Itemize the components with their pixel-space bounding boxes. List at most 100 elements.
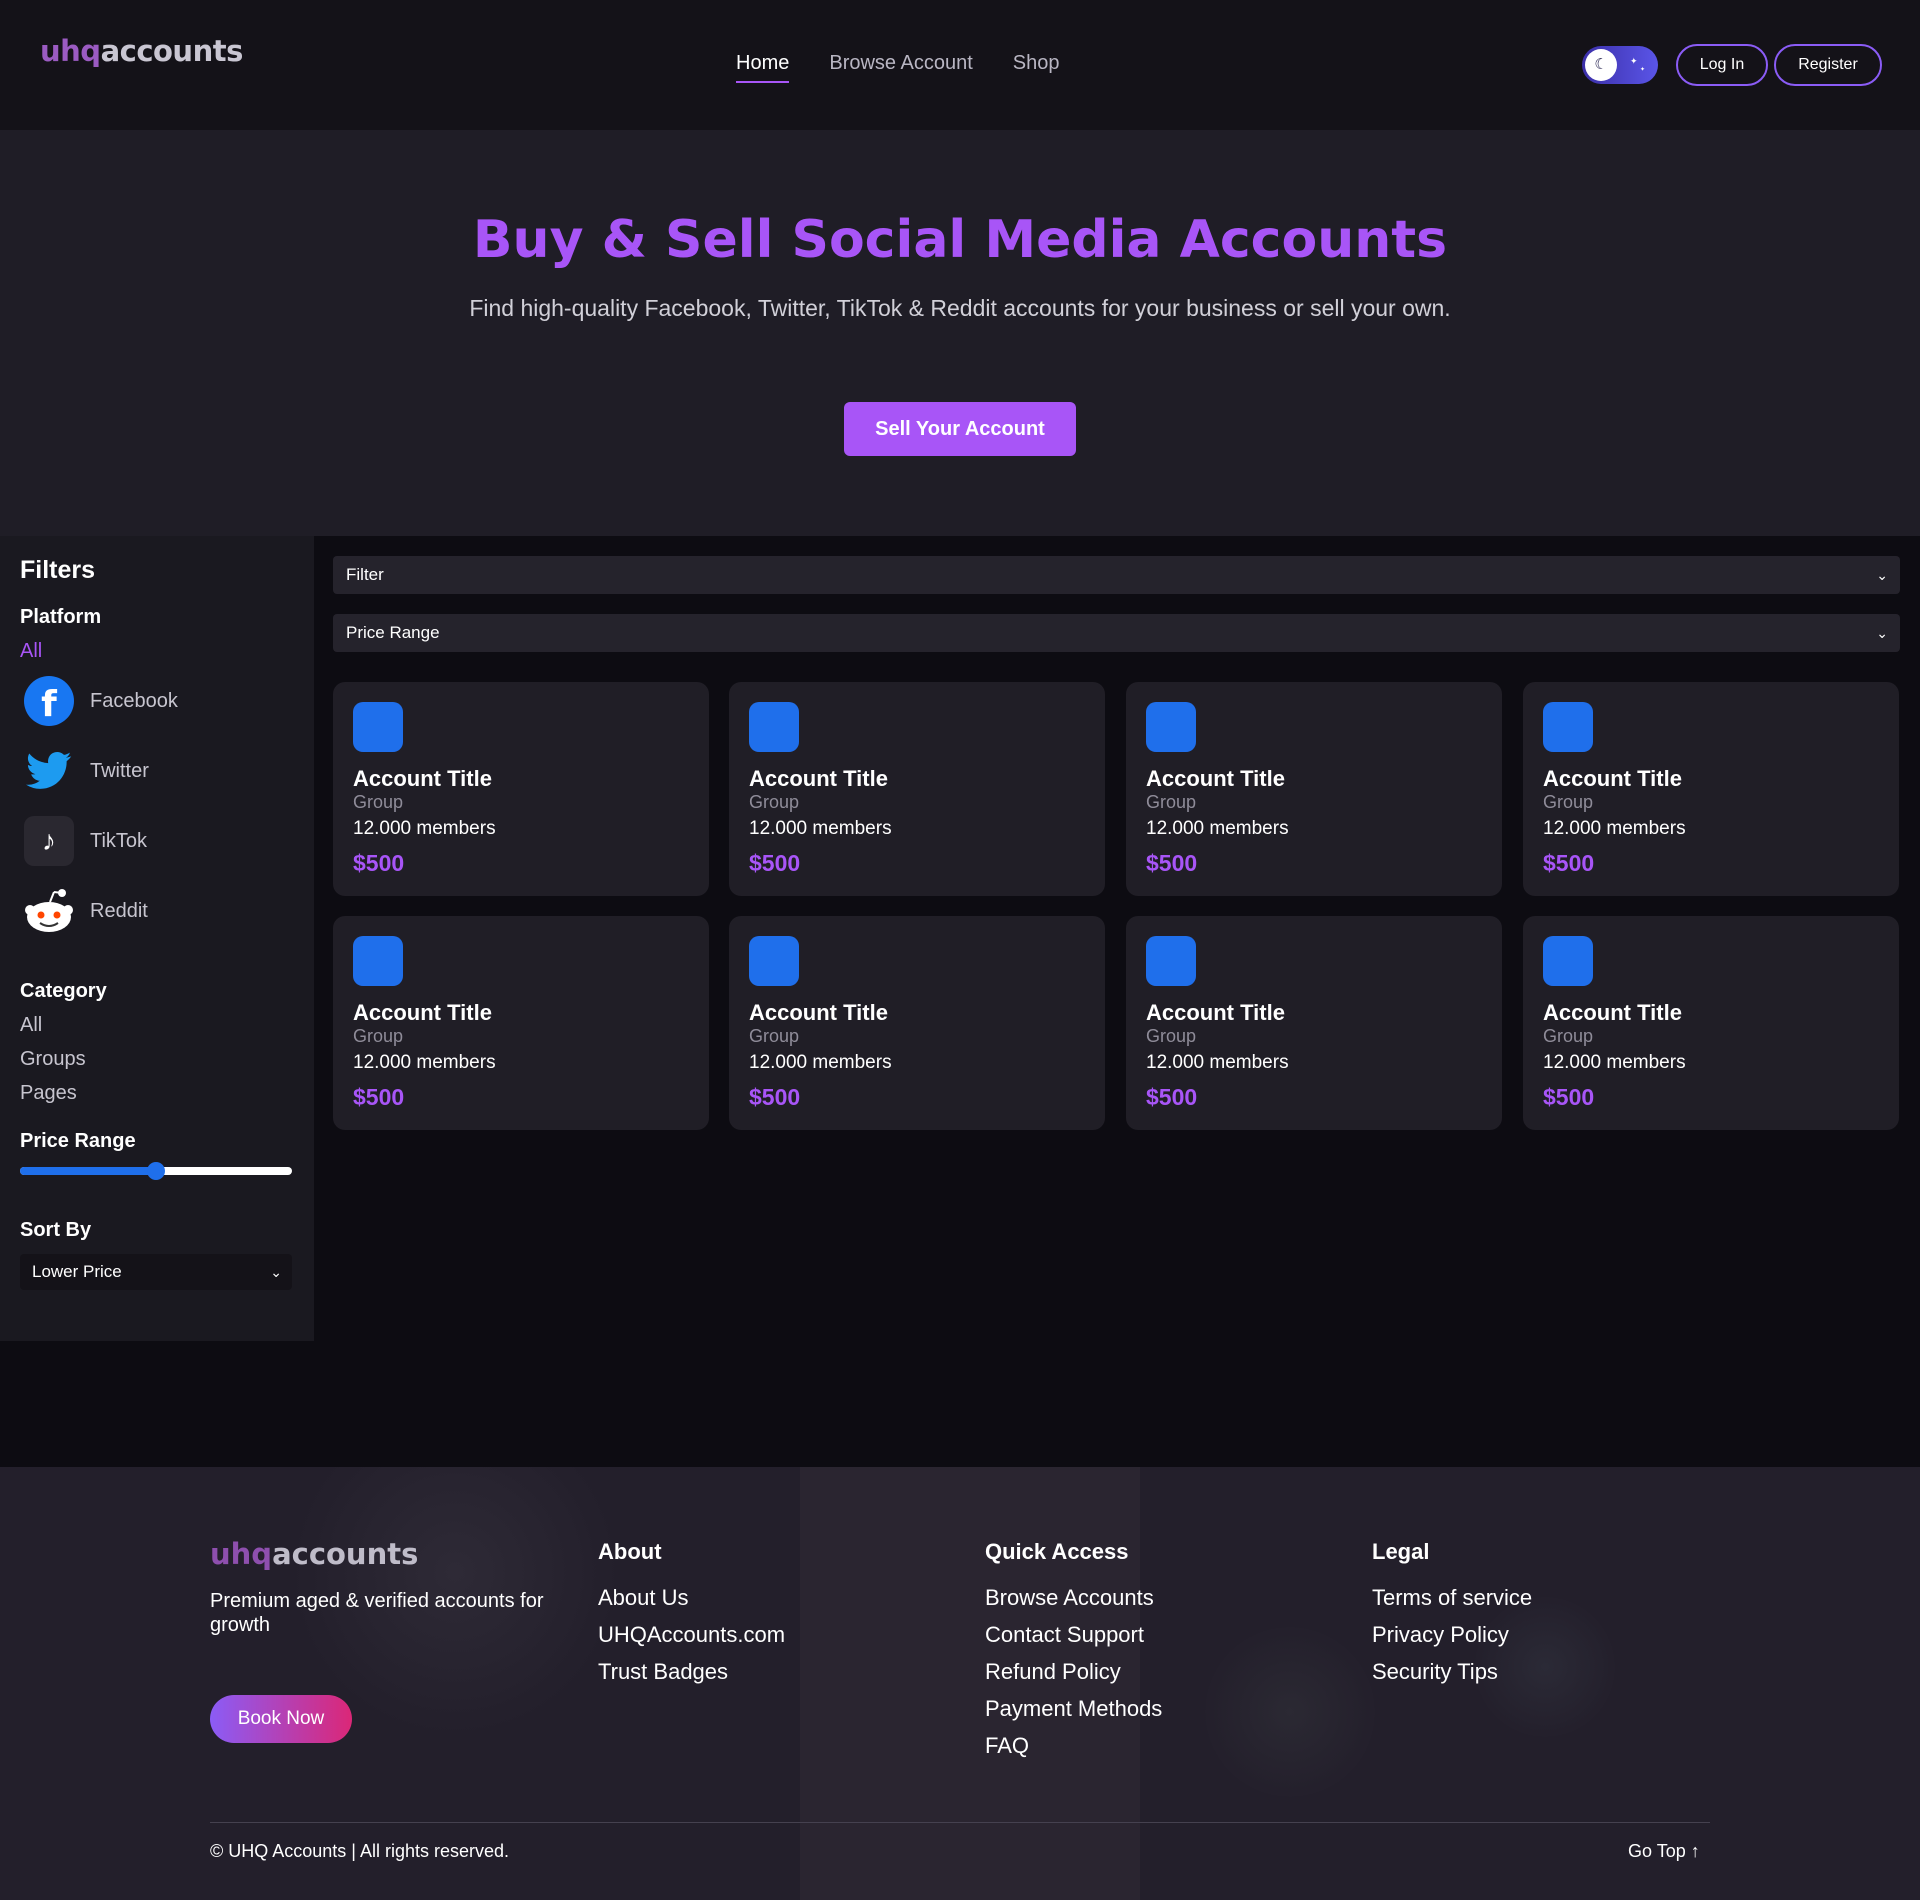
footer-tagline: Premium aged & verified accounts for gro… [210,1590,544,1636]
logo-part-accounts: accounts [272,1537,419,1571]
footer-link-privacy[interactable]: Privacy Policy [1372,1622,1509,1648]
filters-sidebar: Filters Platform All f Facebook Twitter … [0,536,314,1341]
footer-legal-heading: Legal [1372,1539,1430,1564]
slider-fill [20,1167,156,1175]
account-card[interactable]: Account Title Group 12.000 members $500 [729,682,1105,896]
price-range-dropdown[interactable]: Price Range ⌄ [333,614,1900,652]
account-title: Account Title [749,1000,888,1025]
account-thumbnail [353,936,403,986]
chevron-down-icon: ⌄ [1876,625,1888,641]
platform-twitter[interactable]: Twitter [24,744,149,798]
account-thumbnail [1146,936,1196,986]
moon-icon: ☾ [1585,49,1617,81]
account-type: Group [353,1026,404,1046]
sort-select[interactable]: Lower Price ⌄ [20,1254,292,1290]
platform-reddit[interactable]: Reddit [24,884,148,938]
footer-link-refund-policy[interactable]: Refund Policy [985,1659,1121,1685]
reddit-icon [24,886,74,936]
platform-facebook[interactable]: f Facebook [24,674,178,728]
register-button[interactable]: Register [1774,44,1882,86]
footer-link-trust-badges[interactable]: Trust Badges [598,1659,728,1685]
account-title: Account Title [1146,1000,1285,1025]
account-price: $500 [749,1084,801,1110]
hero-subtitle: Find high-quality Facebook, Twitter, Tik… [469,295,1451,321]
category-heading: Category [20,980,107,1002]
platform-all[interactable]: All [20,640,42,663]
account-members: 12.000 members [749,1052,892,1073]
account-members: 12.000 members [1543,818,1686,839]
account-card[interactable]: Account Title Group 12.000 members $500 [1523,682,1899,896]
footer-link-about-us[interactable]: About Us [598,1585,689,1611]
account-type: Group [749,1026,800,1046]
book-now-button[interactable]: Book Now [210,1695,352,1743]
footer-logo[interactable]: uhqaccounts [210,1537,418,1571]
footer-link-faq[interactable]: FAQ [985,1733,1029,1759]
background-decoration [1205,1627,1375,1797]
filter-dropdown[interactable]: Filter ⌄ [333,556,1900,594]
star-icon: ✦ [1640,67,1646,73]
price-range-dropdown-label: Price Range [346,623,440,642]
footer-link-contact-support[interactable]: Contact Support [985,1622,1144,1648]
facebook-icon: f [24,676,74,726]
platform-label: Twitter [90,759,149,782]
footer-link-terms[interactable]: Terms of service [1372,1585,1532,1611]
copyright-text: © UHQ Accounts | All rights reserved. [210,1841,510,1861]
account-card[interactable]: Account Title Group 12.000 members $500 [729,916,1105,1130]
logo-part-accounts: accounts [100,34,244,68]
account-type: Group [1146,792,1197,812]
account-type: Group [1543,1026,1594,1046]
site-header: uhqaccounts Home Browse Account Shop ☾ ✦… [0,0,1920,130]
hero-title: Buy & Sell Social Media Accounts [472,210,1448,270]
account-card[interactable]: Account Title Group 12.000 members $500 [1126,916,1502,1130]
account-members: 12.000 members [749,818,892,839]
account-members: 12.000 members [1146,818,1289,839]
go-top-link[interactable]: Go Top ↑ [1628,1841,1700,1862]
theme-toggle[interactable]: ☾ ✦ ✦ [1582,46,1658,84]
account-title: Account Title [353,766,492,791]
account-price: $500 [353,1084,405,1110]
footer-link-browse-accounts[interactable]: Browse Accounts [985,1585,1154,1611]
account-members: 12.000 members [1543,1052,1686,1073]
account-price: $500 [749,850,801,876]
filter-dropdown-label: Filter [346,565,384,584]
nav-shop[interactable]: Shop [1013,52,1060,83]
account-card[interactable]: Account Title Group 12.000 members $500 [1126,682,1502,896]
platform-label: Facebook [90,689,178,712]
account-price: $500 [1543,850,1595,876]
account-title: Account Title [1543,1000,1682,1025]
account-type: Group [749,792,800,812]
sell-account-button[interactable]: Sell Your Account [844,402,1076,456]
account-thumbnail [749,702,799,752]
account-card[interactable]: Account Title Group 12.000 members $500 [333,682,709,896]
login-button[interactable]: Log In [1676,44,1768,86]
nav-browse-account[interactable]: Browse Account [829,52,972,83]
account-thumbnail [1543,702,1593,752]
price-range-slider[interactable] [20,1162,292,1180]
account-title: Account Title [353,1000,492,1025]
account-members: 12.000 members [1146,1052,1289,1073]
category-pages[interactable]: Pages [20,1082,77,1105]
account-price: $500 [1146,1084,1198,1110]
site-logo[interactable]: uhqaccounts [40,34,243,68]
footer-link-payment-methods[interactable]: Payment Methods [985,1696,1162,1722]
category-all[interactable]: All [20,1014,42,1037]
account-thumbnail [1146,702,1196,752]
twitter-icon [24,746,74,796]
slider-thumb[interactable] [147,1162,165,1180]
footer-divider [210,1822,1710,1823]
platform-heading: Platform [20,606,102,628]
account-price: $500 [1146,850,1198,876]
account-title: Account Title [749,766,888,791]
main-nav: Home Browse Account Shop [736,52,1060,83]
account-title: Account Title [1543,766,1682,791]
account-thumbnail [1543,936,1593,986]
account-card[interactable]: Account Title Group 12.000 members $500 [333,916,709,1130]
account-card[interactable]: Account Title Group 12.000 members $500 [1523,916,1899,1130]
category-groups[interactable]: Groups [20,1048,86,1071]
nav-home[interactable]: Home [736,52,790,83]
footer-link-uhqaccounts[interactable]: UHQAccounts.com [598,1622,785,1648]
logo-part-uhq: uhq [210,1537,273,1571]
footer-link-security-tips[interactable]: Security Tips [1372,1659,1498,1685]
platform-tiktok[interactable]: ♪ TikTok [24,814,147,868]
account-price: $500 [1543,1084,1595,1110]
